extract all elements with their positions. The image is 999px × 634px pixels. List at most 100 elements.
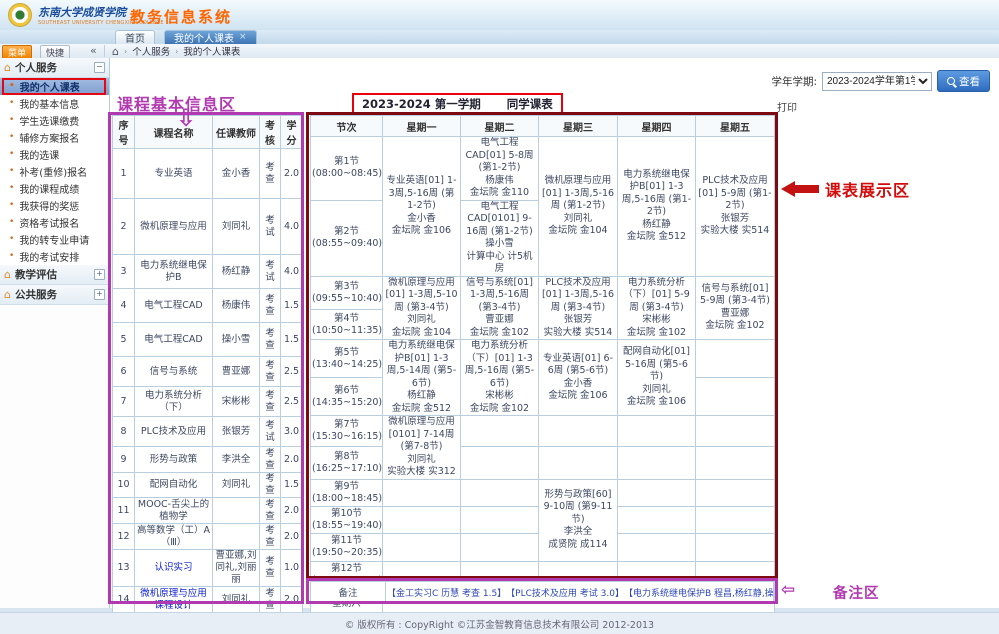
course-table-row: 1专业英语金小香考查2.0 <box>113 149 303 199</box>
course-table-row: 8PLC技术及应用张银芳考试3.0 <box>113 417 303 447</box>
course-table-row: 6信号与系统曹亚娜考查2.5 <box>113 357 303 387</box>
period-cell: 第5节(13:40~14:25) <box>311 340 383 378</box>
empty-slot-cell <box>461 447 539 479</box>
course-credit-cell: 2.5 <box>281 387 303 417</box>
course-exam-cell: 考查 <box>260 289 281 323</box>
course-credit-cell: 1.5 <box>281 323 303 357</box>
course-slot-cell: 电气工程CAD[01] 5-8周 (第1-2节)杨康伟金坛院 金110 <box>461 137 539 201</box>
course-name-cell: 专业英语 <box>135 149 213 199</box>
course-name-cell[interactable]: 认识实习 <box>135 550 213 587</box>
timetable-header-cell: 星期一 <box>383 116 461 137</box>
course-name-cell: 电力系统继电保护B <box>135 255 213 289</box>
course-credit-cell: 1.0 <box>281 550 303 587</box>
sidebar-item-学生选课缴费[interactable]: •学生选课缴费 <box>0 112 109 129</box>
empty-slot-cell <box>461 416 539 447</box>
breadcrumb-item-personal-service[interactable]: 个人服务 <box>132 44 170 58</box>
course-credit-cell: 2.0 <box>281 498 303 524</box>
sidebar-item-补考(重修)报名[interactable]: • 补考(重修)报名 <box>0 163 109 180</box>
course-slot-cell: 微机原理与应用[01] 1-3周,5-16周 (第1-2节)刘同礼金坛院 金10… <box>539 137 618 277</box>
home-icon[interactable]: ⌂ <box>112 45 119 58</box>
bullet-icon: • <box>9 252 14 261</box>
quick-button[interactable]: 快捷 <box>40 45 70 59</box>
course-name-cell: 电气工程CAD <box>135 289 213 323</box>
breadcrumb: ⌂ › 个人服务 › 我的个人课表 <box>112 45 240 57</box>
sidebar-group-个人服务[interactable]: ⌂个人服务− <box>0 58 109 78</box>
sidebar-item-我的考试安排[interactable]: •我的考试安排 <box>0 248 109 265</box>
course-teacher-cell <box>213 498 260 524</box>
course-table-header-cell: 考核 <box>260 116 281 149</box>
course-no-cell: 6 <box>113 357 135 387</box>
course-exam-cell: 考查 <box>260 498 281 524</box>
timetable-row: 第9节(18:00~18:45)形势与政策[60] 9-10周 (第9-11节)… <box>311 479 775 506</box>
sidebar-item-辅修方案报名[interactable]: •辅修方案报名 <box>0 129 109 146</box>
course-no-cell: 8 <box>113 417 135 447</box>
empty-slot-cell <box>618 416 696 447</box>
search-button[interactable]: 查看 <box>937 70 990 92</box>
sidebar-item-我获得的奖惩[interactable]: •我获得的奖惩 <box>0 197 109 214</box>
bullet-icon: • <box>9 235 14 244</box>
print-link[interactable]: 打印 <box>777 99 797 114</box>
course-name-cell: 电力系统分析（下） <box>135 387 213 417</box>
sidebar-item-我的基本信息[interactable]: •我的基本信息 <box>0 95 109 112</box>
bullet-icon: • <box>9 99 14 108</box>
period-cell: 第7节(15:30~16:15) <box>311 416 383 447</box>
tab-my-schedule[interactable]: 我的个人课表 × <box>164 30 257 44</box>
timetable-header-cell: 节次 <box>311 116 383 137</box>
timetable-row: 第5节(13:40~14:25)电力系统继电保护B[01] 1-3周,5-14周… <box>311 340 775 378</box>
sidebar-group-教学评估[interactable]: ⌂教学评估+ <box>0 265 109 285</box>
menu-button[interactable]: 菜单 <box>2 45 32 59</box>
sidebar-item-我的个人课表[interactable]: • 我的个人课表 <box>0 78 109 95</box>
empty-slot-cell <box>696 447 775 479</box>
sidebar-item-我的课程成绩[interactable]: •我的课程成绩 <box>0 180 109 197</box>
term-filter-bar: 学年学期: 2023-2024学年第1学期 查看 <box>771 70 990 92</box>
course-name-cell: 配网自动化 <box>135 473 213 498</box>
sidebar-item-label: 补考(重修)报名 <box>19 164 87 179</box>
course-name-cell: PLC技术及应用 <box>135 417 213 447</box>
empty-slot-cell <box>618 479 696 506</box>
course-teacher-cell: 刘同礼 <box>213 199 260 255</box>
sidebar-item-label: 我获得的奖惩 <box>19 198 79 213</box>
sidebar-item-资格考试报名[interactable]: •资格考试报名 <box>0 214 109 231</box>
course-slot-cell: 专业英语[01] 6-6周 (第5-6节)金小香金坛院 金106 <box>539 340 618 416</box>
expand-group-icon[interactable]: + <box>94 289 105 300</box>
schedule-title-name: 同学课表 <box>507 96 553 112</box>
term-filter-label: 学年学期: <box>771 74 817 89</box>
course-table-row: 11MOOC-舌尖上的植物学考查2.0 <box>113 498 303 524</box>
expand-group-icon[interactable]: + <box>94 269 105 280</box>
course-no-cell: 4 <box>113 289 135 323</box>
course-name-cell[interactable]: 微机原理与应用课程设计 <box>135 587 213 613</box>
timetable: 节次星期一星期二星期三星期四星期五 第1节(08:00~08:45)专业英语[0… <box>310 115 775 634</box>
bullet-icon: • <box>9 133 14 142</box>
course-credit-cell: 3.0 <box>281 417 303 447</box>
course-teacher-cell: 宋彬彬 <box>213 387 260 417</box>
breadcrumb-item-my-schedule[interactable]: 我的个人课表 <box>183 44 240 58</box>
sidebar-item-我的转专业申请[interactable]: • 我的转专业申请 <box>0 231 109 248</box>
tab-home[interactable]: 首页 <box>115 30 155 44</box>
empty-slot-cell <box>618 506 696 533</box>
sidebar-item-label: 我的个人课表 <box>20 79 80 94</box>
course-table-row: 14微机原理与应用课程设计刘同礼考查2.0 <box>113 587 303 613</box>
empty-slot-cell <box>696 378 775 416</box>
sidebar-group-label: 公共服务 <box>15 287 90 302</box>
sidebar-item-我的选课[interactable]: •我的选课 <box>0 146 109 163</box>
period-cell: 第3节(09:55~10:40) <box>311 276 383 310</box>
collapse-group-icon[interactable]: − <box>94 62 105 73</box>
course-table-row: 4电气工程CAD杨康伟考查1.5 <box>113 289 303 323</box>
collapse-sidebar-icon[interactable]: « <box>90 44 97 57</box>
course-slot-cell: 微机原理与应用[0101] 7-14周 (第7-8节)刘同礼实验大楼 实312 <box>383 416 461 480</box>
bullet-icon: • <box>9 167 14 176</box>
tab-strip: 首页 我的个人课表 × <box>0 30 999 45</box>
term-select[interactable]: 2023-2024学年第1学期 <box>822 72 932 91</box>
course-table-header-cell: 学分 <box>281 116 303 149</box>
course-slot-cell: 专业英语[01] 1-3周,5-16周 (第1-2节)金小香金坛院 金106 <box>383 137 461 277</box>
sidebar-item-label: 我的转专业申请 <box>19 232 89 247</box>
empty-slot-cell <box>696 506 775 533</box>
bullet-icon: • <box>9 218 14 227</box>
course-teacher-cell: 金小香 <box>213 149 260 199</box>
period-cell: 第10节(18:55~19:40) <box>311 506 383 533</box>
course-name-cell: 信号与系统 <box>135 357 213 387</box>
course-slot-cell: 电力系统继电保护B[01] 1-3周,5-16周 (第1-2节)杨红静金坛院 金… <box>618 137 696 277</box>
sidebar-group-公共服务[interactable]: ⌂公共服务+ <box>0 285 109 305</box>
bullet-icon: • <box>9 82 15 91</box>
close-tab-icon[interactable]: × <box>239 33 247 42</box>
